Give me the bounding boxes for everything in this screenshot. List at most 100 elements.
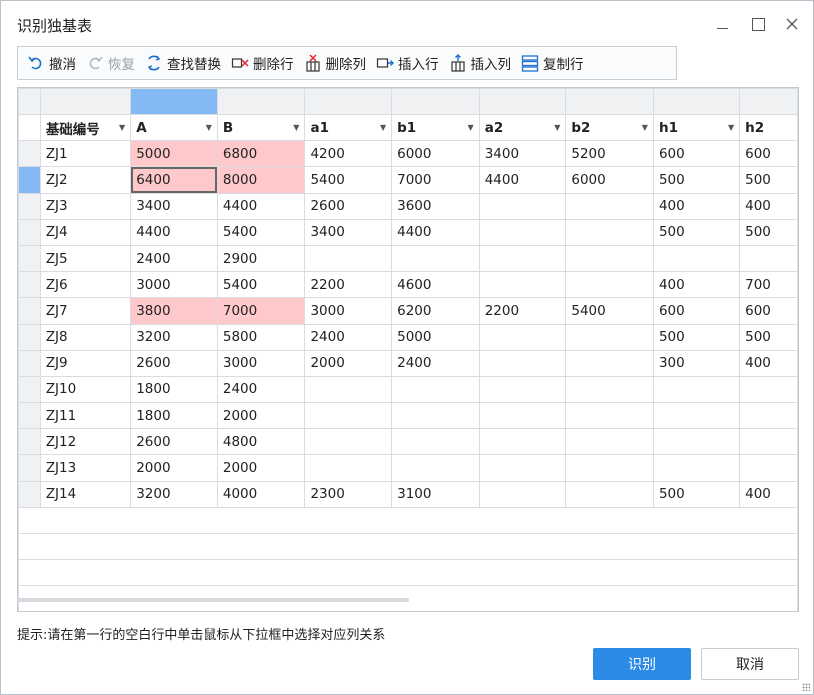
undo-button[interactable]: 撤消 bbox=[22, 50, 81, 76]
table-cell[interactable]: 5800 bbox=[216, 323, 306, 351]
table-cell[interactable] bbox=[391, 402, 480, 430]
column-mapping-cell[interactable] bbox=[652, 88, 741, 115]
table-row[interactable]: ZJ6 3000 5400 2200 4600 400 700 bbox=[18, 271, 798, 299]
table-row[interactable]: ZJ11 1800 2000 bbox=[18, 402, 798, 430]
table-cell[interactable]: 2400 bbox=[391, 349, 480, 377]
table-cell[interactable] bbox=[478, 402, 567, 430]
table-cell[interactable] bbox=[478, 271, 567, 299]
table-cell[interactable] bbox=[652, 402, 741, 430]
table-cell[interactable]: 8000 bbox=[216, 166, 306, 194]
table-cell[interactable] bbox=[739, 402, 798, 430]
row-header[interactable] bbox=[18, 349, 41, 377]
delete-column-button[interactable]: 删除列 bbox=[299, 50, 372, 76]
table-cell[interactable]: 5200 bbox=[565, 140, 654, 168]
table-cell[interactable] bbox=[565, 480, 654, 508]
table-cell[interactable] bbox=[652, 428, 741, 456]
table-cell[interactable] bbox=[565, 192, 654, 220]
row-header[interactable] bbox=[18, 297, 41, 325]
table-cell[interactable]: 1800 bbox=[130, 375, 218, 404]
table-cell[interactable]: ZJ3 bbox=[39, 192, 132, 220]
table-row[interactable]: ZJ13 2000 2000 bbox=[18, 454, 798, 482]
column-header[interactable]: h1 ▼ bbox=[652, 113, 741, 142]
dropdown-arrow-icon[interactable]: ▼ bbox=[728, 123, 734, 132]
table-cell[interactable]: 400 bbox=[739, 349, 798, 377]
row-header[interactable] bbox=[18, 375, 41, 404]
table-cell[interactable] bbox=[478, 349, 567, 377]
table-cell[interactable]: ZJ6 bbox=[39, 271, 132, 299]
table-cell[interactable] bbox=[478, 218, 567, 246]
table-cell[interactable]: ZJ4 bbox=[39, 218, 132, 246]
close-icon[interactable] bbox=[779, 11, 805, 37]
table-cell[interactable] bbox=[652, 375, 741, 404]
table-cell[interactable]: 5000 bbox=[130, 140, 218, 168]
table-cell[interactable] bbox=[565, 402, 654, 430]
table-row[interactable]: ZJ4 4400 5400 3400 4400 500 500 bbox=[18, 218, 798, 246]
table-cell[interactable] bbox=[565, 375, 654, 404]
table-cell[interactable]: 5000 bbox=[391, 323, 480, 351]
table-cell[interactable]: 2200 bbox=[478, 297, 567, 325]
column-mapping-cell[interactable] bbox=[391, 88, 480, 115]
column-header[interactable]: a1 ▼ bbox=[304, 113, 393, 142]
table-cell[interactable]: 2600 bbox=[304, 192, 393, 220]
table-cell[interactable]: 5400 bbox=[216, 218, 306, 246]
dropdown-arrow-icon[interactable]: ▼ bbox=[206, 123, 212, 132]
table-cell[interactable] bbox=[304, 428, 393, 456]
table-cell[interactable]: 700 bbox=[739, 271, 798, 299]
dropdown-arrow-icon[interactable]: ▼ bbox=[642, 123, 648, 132]
table-cell[interactable] bbox=[652, 244, 741, 273]
delete-row-button[interactable]: 删除行 bbox=[226, 50, 299, 76]
row-header[interactable] bbox=[18, 113, 41, 142]
column-header[interactable]: 基础编号 ▼ bbox=[39, 113, 132, 142]
dropdown-arrow-icon[interactable]: ▼ bbox=[468, 123, 474, 132]
column-header[interactable]: b2 ▼ bbox=[565, 113, 654, 142]
table-cell[interactable]: ZJ8 bbox=[39, 323, 132, 351]
data-grid[interactable]: 基础编号 ▼ A ▼ B ▼ a1 ▼ b1 ▼ a2 ▼ b2 ▼ h1 ▼ h2 ZJ1 5000 6800 420… bbox=[17, 87, 799, 612]
table-cell[interactable]: ZJ12 bbox=[39, 428, 132, 456]
table-cell[interactable] bbox=[739, 244, 798, 273]
table-cell[interactable]: 2600 bbox=[130, 349, 218, 377]
table-cell[interactable]: 400 bbox=[652, 271, 741, 299]
table-cell[interactable]: 2600 bbox=[130, 428, 218, 456]
table-cell[interactable]: 6000 bbox=[565, 166, 654, 194]
insert-row-button[interactable]: 插入行 bbox=[371, 50, 444, 76]
dropdown-arrow-icon[interactable]: ▼ bbox=[554, 123, 560, 132]
table-cell[interactable] bbox=[478, 480, 567, 508]
table-cell[interactable]: 600 bbox=[739, 140, 798, 168]
table-cell[interactable]: ZJ9 bbox=[39, 349, 132, 377]
table-cell[interactable] bbox=[565, 349, 654, 377]
redo-button[interactable]: 恢复 bbox=[81, 50, 140, 76]
table-row[interactable]: ZJ12 2600 4800 bbox=[18, 428, 798, 456]
table-cell[interactable]: 4400 bbox=[478, 166, 567, 194]
table-cell[interactable] bbox=[565, 271, 654, 299]
column-header[interactable]: h2 bbox=[739, 113, 798, 142]
table-row[interactable]: ZJ8 3200 5800 2400 5000 500 500 bbox=[18, 323, 798, 351]
table-cell[interactable]: 3400 bbox=[130, 192, 218, 220]
column-mapping-cell[interactable] bbox=[304, 88, 393, 115]
row-header[interactable] bbox=[18, 140, 41, 168]
table-cell[interactable] bbox=[565, 218, 654, 246]
table-row[interactable]: ZJ2 6400 8000 5400 7000 4400 6000 500 500 bbox=[18, 166, 798, 194]
row-header[interactable] bbox=[18, 271, 41, 299]
table-cell[interactable] bbox=[565, 454, 654, 482]
table-cell[interactable]: 400 bbox=[739, 480, 798, 508]
table-cell[interactable]: 500 bbox=[739, 166, 798, 194]
table-cell[interactable] bbox=[739, 428, 798, 456]
table-cell[interactable]: ZJ2 bbox=[39, 166, 132, 194]
table-cell[interactable]: 2400 bbox=[130, 244, 218, 273]
table-cell[interactable]: 6800 bbox=[216, 140, 306, 168]
table-cell[interactable]: ZJ10 bbox=[39, 375, 132, 404]
table-cell[interactable]: 500 bbox=[652, 218, 741, 246]
table-cell[interactable]: 3000 bbox=[304, 297, 393, 325]
table-cell[interactable]: 3400 bbox=[304, 218, 393, 246]
table-cell[interactable]: 500 bbox=[652, 323, 741, 351]
table-cell[interactable]: 1800 bbox=[130, 402, 218, 430]
table-cell[interactable]: 2200 bbox=[304, 271, 393, 299]
row-header[interactable] bbox=[18, 480, 41, 508]
column-mapping-cell[interactable] bbox=[130, 88, 218, 115]
table-cell[interactable]: 6200 bbox=[391, 297, 480, 325]
dropdown-arrow-icon[interactable]: ▼ bbox=[119, 123, 125, 132]
maximize-icon[interactable] bbox=[745, 11, 771, 37]
row-header[interactable] bbox=[18, 454, 41, 482]
table-cell[interactable]: ZJ14 bbox=[39, 480, 132, 508]
table-cell[interactable] bbox=[304, 402, 393, 430]
